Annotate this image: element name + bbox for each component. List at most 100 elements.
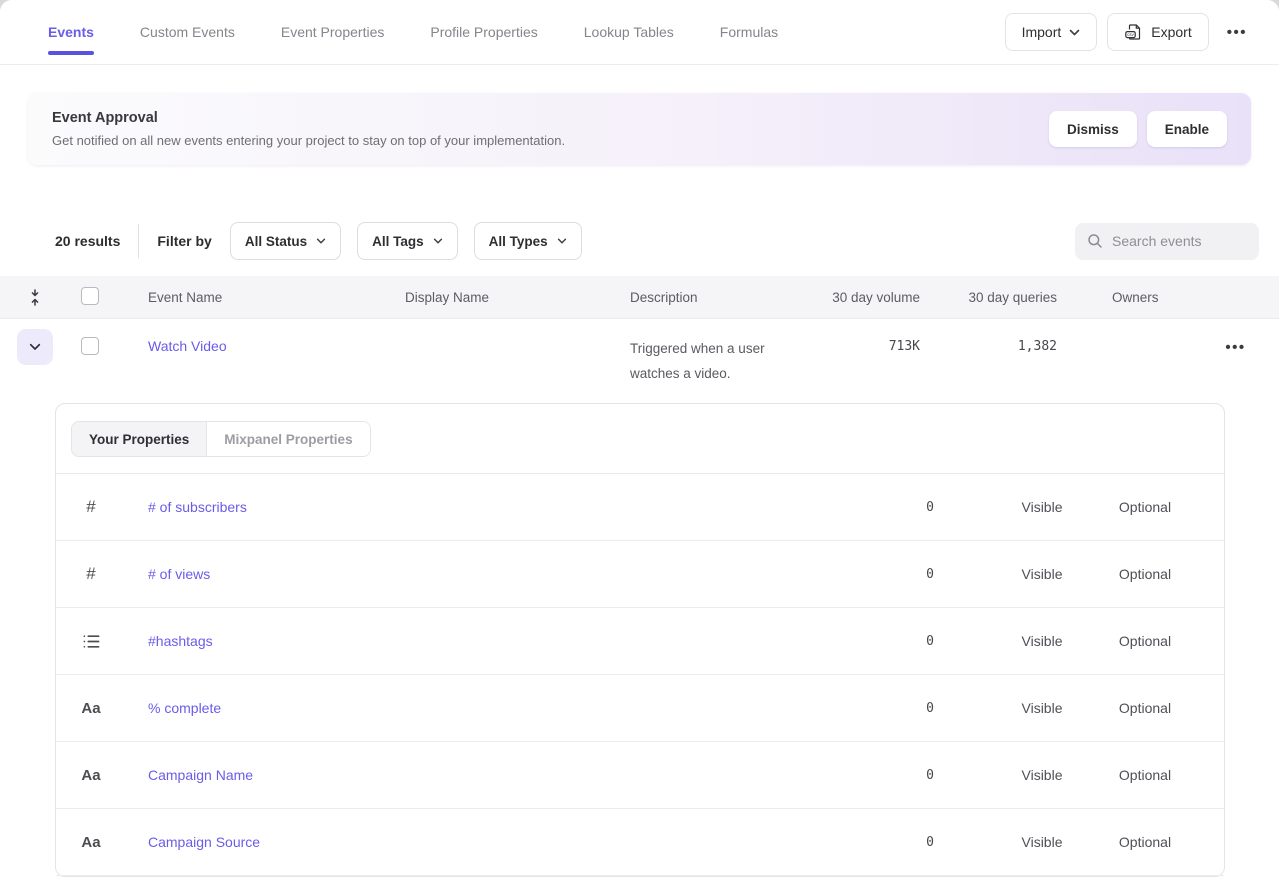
chevron-down-icon xyxy=(1069,29,1080,36)
property-query-count: 0 xyxy=(860,701,1000,716)
tab-formulas[interactable]: Formulas xyxy=(720,0,778,65)
column-30-day-queries: 30 day queries xyxy=(920,290,1057,305)
property-name-link[interactable]: #hashtags xyxy=(148,633,213,649)
types-filter-dropdown[interactable]: All Types xyxy=(474,222,582,260)
tab-profile-properties[interactable]: Profile Properties xyxy=(430,0,537,65)
tab-mixpanel-properties[interactable]: Mixpanel Properties xyxy=(207,422,369,456)
row-more-horizontal-icon[interactable]: ••• xyxy=(1217,333,1253,362)
tags-filter-dropdown[interactable]: All Tags xyxy=(357,222,458,260)
property-requirement: Optional xyxy=(1084,566,1206,582)
property-name-link[interactable]: Campaign Name xyxy=(148,767,253,783)
status-filter-label: All Status xyxy=(245,234,307,249)
divider xyxy=(138,224,139,258)
property-row: # # of subscribers 0 Visible Optional xyxy=(56,474,1224,541)
export-button-label: Export xyxy=(1151,24,1191,40)
property-name-link[interactable]: # of views xyxy=(148,566,210,582)
property-row: Aa Campaign Source 0 Visible Optional xyxy=(56,809,1224,876)
search-icon xyxy=(1087,233,1103,249)
search-box xyxy=(1075,223,1259,260)
banner-text: Event Approval Get notified on all new e… xyxy=(52,110,1029,148)
lexicon-page: Events Custom Events Event Properties Pr… xyxy=(0,0,1279,884)
results-count: 20 results xyxy=(55,233,120,249)
chevron-down-icon xyxy=(433,238,443,244)
event-description: Triggered when a user watches a video. xyxy=(630,329,820,386)
property-row: Aa Campaign Name 0 Visible Optional xyxy=(56,742,1224,809)
properties-list: # # of subscribers 0 Visible Optional # … xyxy=(56,474,1224,876)
property-query-count: 0 xyxy=(860,768,1000,783)
column-30-day-volume: 30 day volume xyxy=(820,290,920,305)
property-requirement: Optional xyxy=(1084,700,1206,716)
collapse-all-icon[interactable] xyxy=(26,287,44,308)
event-name-link[interactable]: Watch Video xyxy=(148,338,227,354)
column-event-name: Event Name xyxy=(148,290,405,305)
enable-button[interactable]: Enable xyxy=(1147,111,1227,147)
property-query-count: 0 xyxy=(860,835,1000,850)
property-requirement: Optional xyxy=(1084,834,1206,850)
collapse-row-button[interactable] xyxy=(17,329,53,365)
tab-event-properties[interactable]: Event Properties xyxy=(281,0,385,65)
nav-actions: Import csv Export ••• xyxy=(1005,13,1255,51)
import-button[interactable]: Import xyxy=(1005,13,1098,51)
property-visibility: Visible xyxy=(1000,834,1084,850)
property-requirement: Optional xyxy=(1084,633,1206,649)
dismiss-button[interactable]: Dismiss xyxy=(1049,111,1137,147)
svg-text:csv: csv xyxy=(1128,32,1135,37)
column-display-name: Display Name xyxy=(405,290,630,305)
import-button-label: Import xyxy=(1022,24,1062,40)
tags-filter-label: All Tags xyxy=(372,234,424,249)
property-visibility: Visible xyxy=(1000,767,1084,783)
top-navigation: Events Custom Events Event Properties Pr… xyxy=(0,0,1279,65)
properties-segmented-control: Your Properties Mixpanel Properties xyxy=(71,421,371,457)
banner-title: Event Approval xyxy=(52,110,1029,126)
event-approval-banner: Event Approval Get notified on all new e… xyxy=(28,93,1251,165)
filter-row: 20 results Filter by All Status All Tags… xyxy=(55,222,1259,260)
tab-events[interactable]: Events xyxy=(48,0,94,65)
property-query-count: 0 xyxy=(860,634,1000,649)
chevron-down-icon xyxy=(557,238,567,244)
banner-description: Get notified on all new events entering … xyxy=(52,133,1029,148)
property-requirement: Optional xyxy=(1084,499,1206,515)
property-query-count: 0 xyxy=(860,500,1000,515)
tab-custom-events[interactable]: Custom Events xyxy=(140,0,235,65)
types-filter-label: All Types xyxy=(489,234,548,249)
property-visibility: Visible xyxy=(1000,566,1084,582)
text-icon: Aa xyxy=(56,700,126,717)
property-visibility: Visible xyxy=(1000,700,1084,716)
column-owners: Owners xyxy=(1057,290,1192,305)
property-query-count: 0 xyxy=(860,567,1000,582)
property-visibility: Visible xyxy=(1000,633,1084,649)
event-30-day-queries: 1,382 xyxy=(920,329,1057,354)
chevron-down-icon xyxy=(316,238,326,244)
column-description: Description xyxy=(630,290,820,305)
status-filter-dropdown[interactable]: All Status xyxy=(230,222,341,260)
events-table-header: Event Name Display Name Description 30 d… xyxy=(0,276,1279,319)
search-input[interactable] xyxy=(1112,233,1247,249)
property-row: #hashtags 0 Visible Optional xyxy=(56,608,1224,675)
property-visibility: Visible xyxy=(1000,499,1084,515)
property-row: # # of views 0 Visible Optional xyxy=(56,541,1224,608)
property-name-link[interactable]: % complete xyxy=(148,700,221,716)
properties-tabs: Your Properties Mixpanel Properties xyxy=(56,404,1224,474)
list-icon xyxy=(56,634,126,649)
row-checkbox[interactable] xyxy=(81,337,99,355)
event-30-day-volume: 713K xyxy=(820,329,920,354)
filter-by-label: Filter by xyxy=(157,233,211,249)
text-icon: Aa xyxy=(56,767,126,784)
banner-actions: Dismiss Enable xyxy=(1049,111,1227,147)
csv-file-icon: csv xyxy=(1124,23,1143,42)
more-horizontal-icon[interactable]: ••• xyxy=(1219,18,1255,47)
property-requirement: Optional xyxy=(1084,767,1206,783)
tab-lookup-tables[interactable]: Lookup Tables xyxy=(584,0,674,65)
properties-panel: Your Properties Mixpanel Properties # # … xyxy=(55,403,1225,877)
property-name-link[interactable]: Campaign Source xyxy=(148,834,260,850)
table-row: Watch Video Triggered when a user watche… xyxy=(0,319,1279,397)
text-icon: Aa xyxy=(56,834,126,851)
property-row: Aa % complete 0 Visible Optional xyxy=(56,675,1224,742)
select-all-checkbox[interactable] xyxy=(81,287,99,305)
number-icon: # xyxy=(56,564,126,584)
export-button[interactable]: csv Export xyxy=(1107,13,1208,51)
property-name-link[interactable]: # of subscribers xyxy=(148,499,247,515)
tab-your-properties[interactable]: Your Properties xyxy=(72,422,207,456)
number-icon: # xyxy=(56,497,126,517)
chevron-down-icon xyxy=(29,343,41,351)
